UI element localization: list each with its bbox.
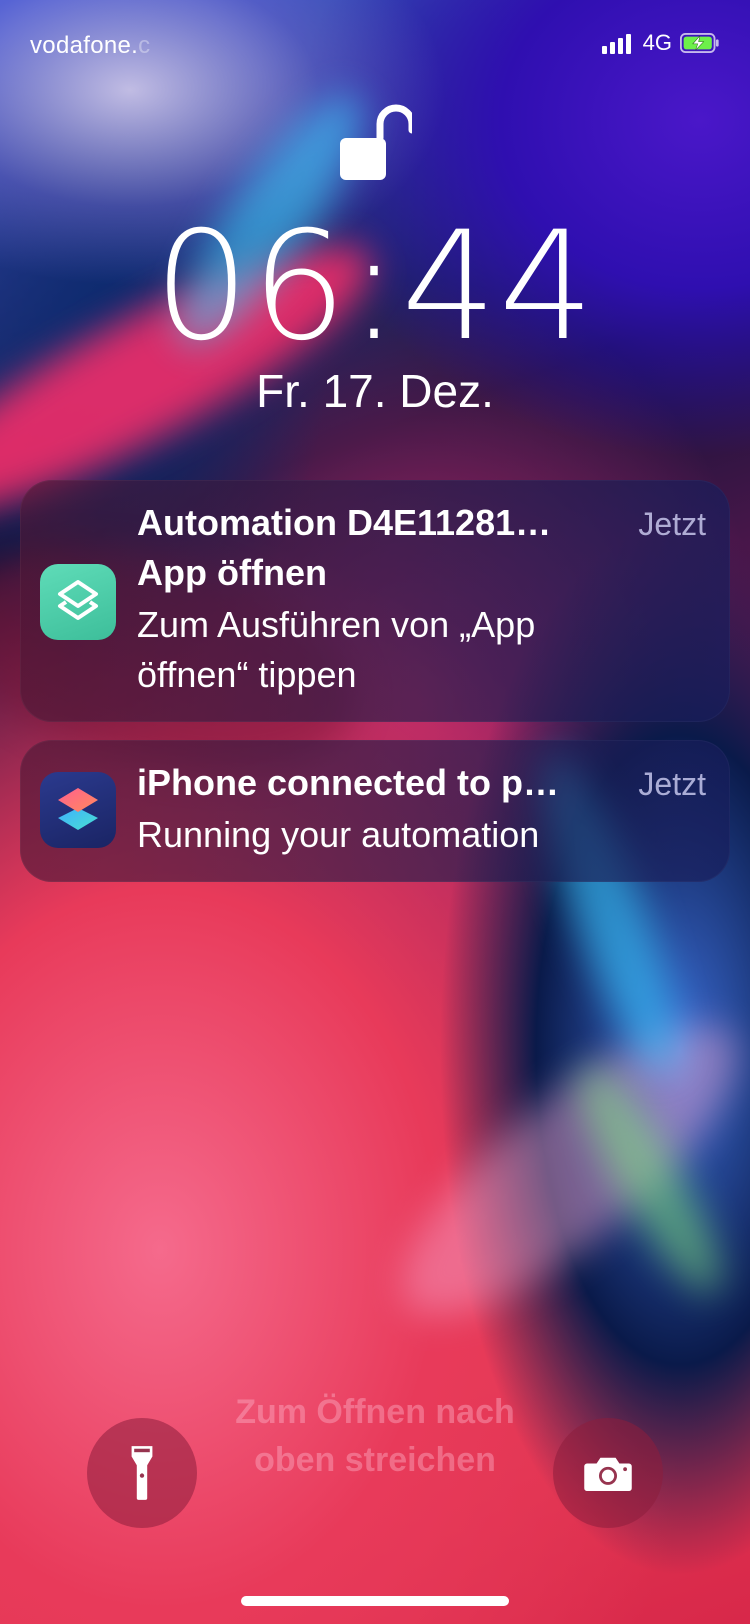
notification-message: Zum Ausführen von „App öffnen“ tippen <box>137 604 536 695</box>
shortcuts-icon <box>40 772 116 848</box>
battery-charging-icon <box>680 33 719 53</box>
notification-title: Automation D4E11281… <box>137 502 552 543</box>
status-indicators: 4G <box>601 30 720 56</box>
notification-time: Jetzt <box>638 766 706 802</box>
flashlight-icon <box>131 1446 153 1500</box>
network-type: 4G <box>642 30 672 55</box>
lock-screen-date: Fr. 17. Dez. <box>256 365 494 417</box>
home-indicator[interactable] <box>241 1596 509 1606</box>
notification-automation[interactable]: Automation D4E11281… Jetzt App öffnen Zu… <box>20 480 730 722</box>
signal-strength-icon <box>601 32 631 54</box>
notification-subtitle: App öffnen <box>137 552 327 593</box>
unlocked-padlock-icon <box>340 104 412 180</box>
notification-message: Running your automation <box>137 814 540 855</box>
status-bar: vodafone.c 4G <box>0 0 750 90</box>
camera-icon <box>584 1457 632 1492</box>
notification-title: iPhone connected to p… <box>137 762 560 803</box>
carrier-name: vodafone.c <box>30 32 151 59</box>
camera-button[interactable] <box>553 1418 663 1528</box>
notification-shortcuts[interactable]: iPhone connected to p… Jetzt Running you… <box>20 740 730 882</box>
shortcuts-automation-icon <box>40 564 116 640</box>
lock-screen-time: 06:44 <box>153 200 597 374</box>
flashlight-button[interactable] <box>87 1418 197 1528</box>
notification-time: Jetzt <box>638 506 706 542</box>
swipe-up-hint: Zum Öffnen nach oben streichen <box>235 1393 515 1479</box>
